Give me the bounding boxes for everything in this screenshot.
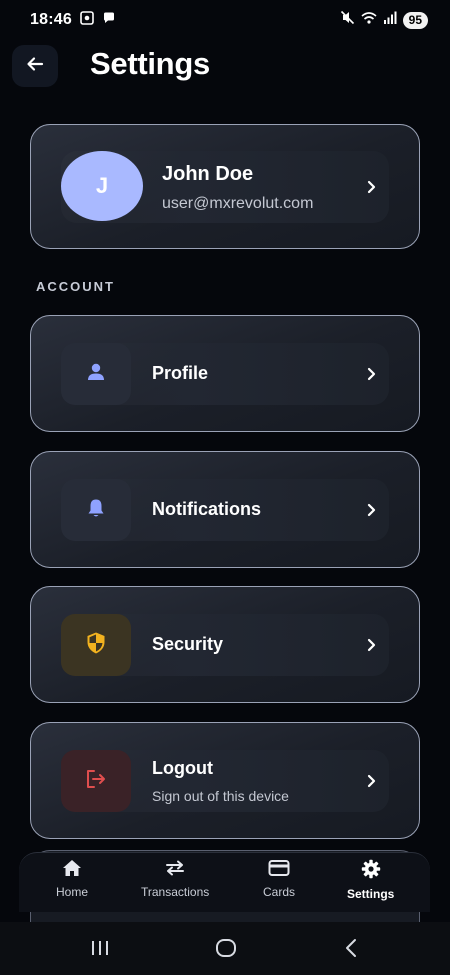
bottom-nav: Home Transactions Cards Settings (19, 852, 430, 912)
avatar: J (61, 151, 143, 221)
notifications-icon-box (61, 479, 131, 541)
security-icon-box (61, 614, 131, 676)
nav-label: Settings (347, 887, 395, 901)
mute-icon (340, 10, 355, 30)
nav-label: Cards (263, 885, 296, 899)
card-icon (268, 859, 290, 882)
settings-item-notifications[interactable]: Notifications (30, 451, 420, 568)
settings-item-security[interactable]: Security (30, 586, 420, 703)
shield-icon (85, 631, 107, 660)
home-pill-icon[interactable] (215, 938, 237, 958)
status-right: 95 (340, 10, 428, 30)
item-label: Notifications (152, 499, 262, 519)
system-back-icon[interactable] (343, 938, 359, 958)
section-label-account: ACCOUNT (36, 279, 115, 294)
item-subtitle: Sign out of this device (152, 788, 289, 804)
arrow-left-icon (25, 54, 45, 79)
profile-icon-box (61, 343, 131, 405)
system-nav-bar (0, 922, 450, 975)
chevron-right-icon (365, 367, 379, 381)
nav-settings[interactable]: Settings (347, 859, 394, 901)
nav-transactions[interactable]: Transactions (141, 859, 209, 899)
person-icon (85, 361, 107, 388)
page-title: Settings (90, 46, 210, 81)
item-label: Profile (152, 363, 209, 383)
status-time: 18:46 (30, 11, 72, 28)
settings-item-profile[interactable]: Profile (30, 315, 420, 432)
back-button[interactable] (12, 45, 58, 87)
gear-icon (361, 859, 381, 884)
wifi-icon (361, 11, 377, 30)
nav-label: Transactions (141, 885, 210, 899)
battery-badge: 95 (402, 11, 428, 29)
status-left: 18:46 (30, 10, 116, 30)
profile-name: John Doe (162, 163, 254, 185)
chevron-right-icon (365, 638, 379, 652)
chat-bubble-icon (102, 11, 116, 30)
signal-icon (383, 11, 397, 29)
chevron-right-icon (365, 503, 379, 517)
item-label: Security (152, 634, 224, 654)
nav-home[interactable]: Home (56, 859, 88, 899)
logout-icon-box (61, 750, 131, 812)
screen-record-icon (80, 10, 94, 30)
logout-icon (84, 768, 108, 795)
nav-label: Home (56, 885, 89, 899)
chevron-right-icon (365, 180, 379, 194)
swap-arrows-icon (164, 859, 186, 882)
profile-email: user@mxrevolut.com (162, 195, 314, 212)
profile-card[interactable]: J John Doe user@mxrevolut.com (30, 124, 420, 249)
recent-apps-icon[interactable] (90, 938, 110, 958)
nav-cards[interactable]: Cards (263, 859, 295, 899)
avatar-initial: J (95, 173, 109, 198)
home-icon (62, 859, 82, 882)
status-bar: 18:46 95 (0, 0, 450, 40)
chevron-right-icon (365, 774, 379, 788)
item-label: Logout (152, 758, 213, 778)
settings-item-logout[interactable]: Logout Sign out of this device (30, 722, 420, 839)
bell-icon (85, 497, 107, 524)
